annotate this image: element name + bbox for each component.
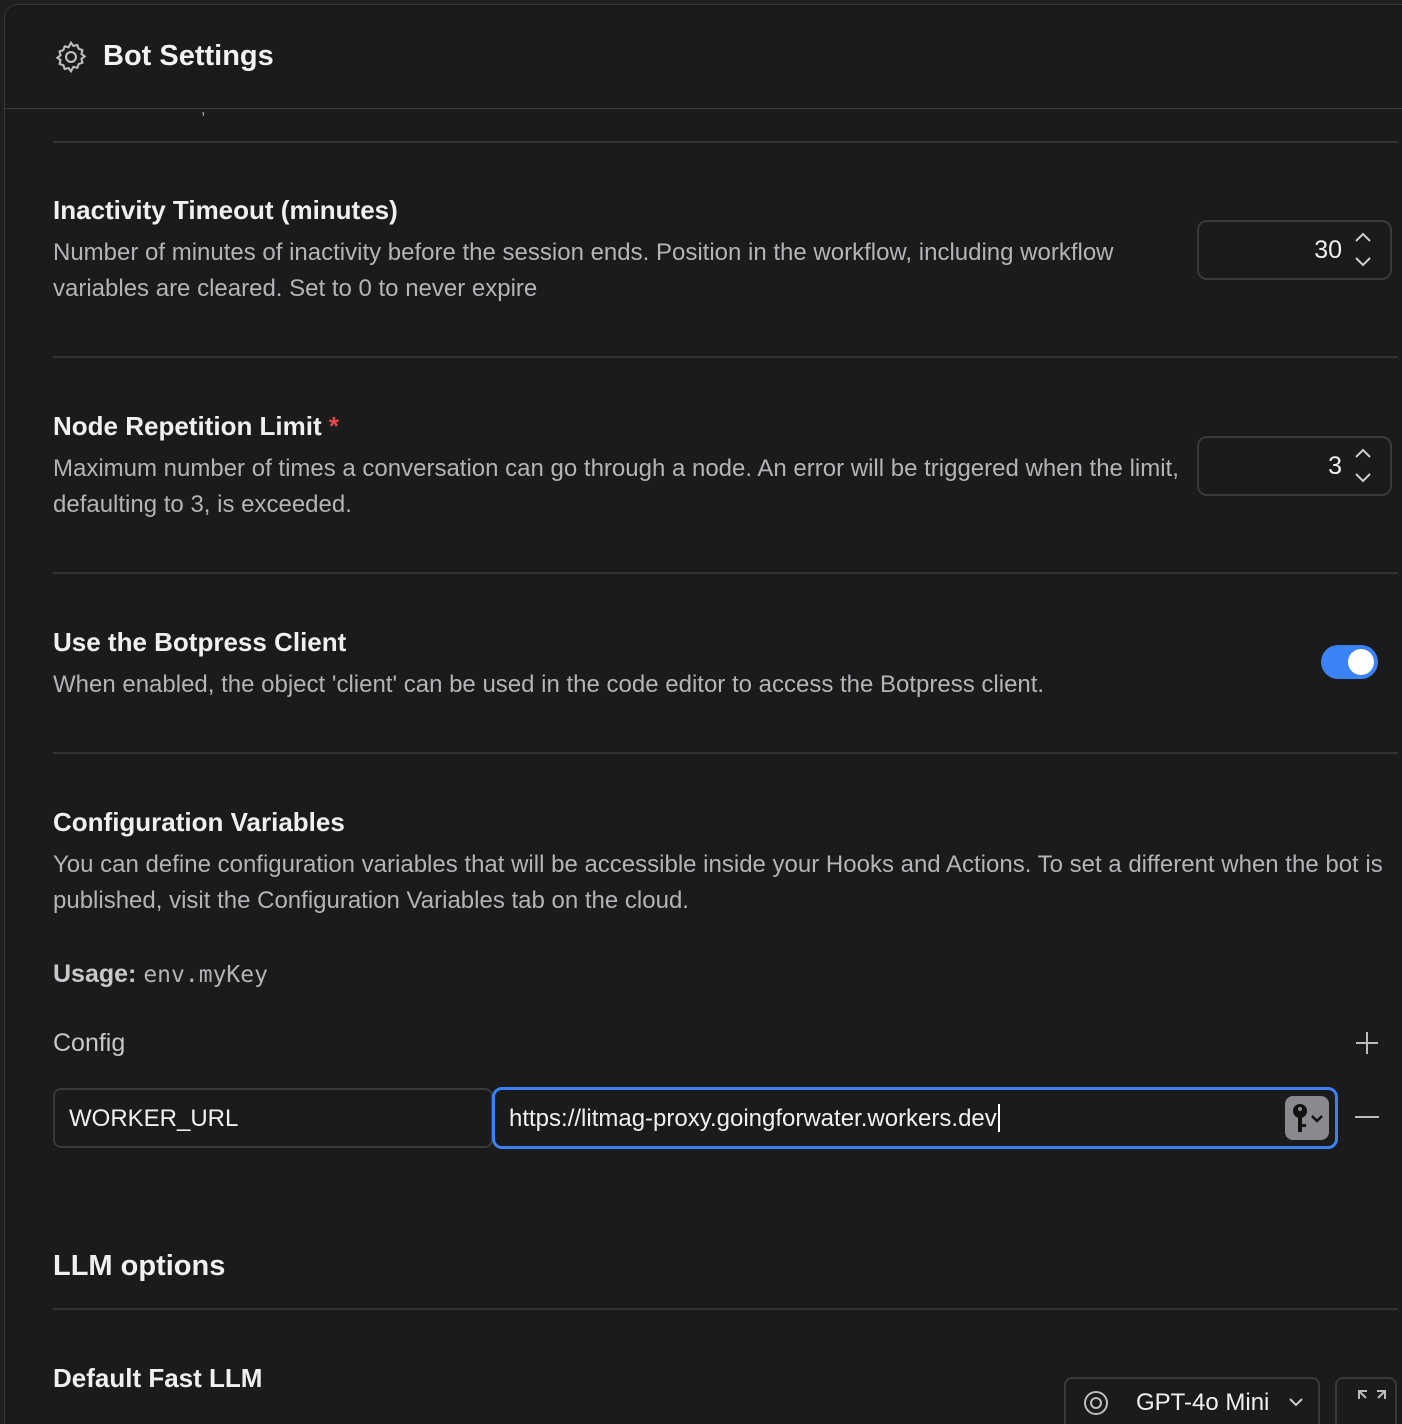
expand-icon: [1358, 1390, 1386, 1399]
config-value-input[interactable]: https://litmag-proxy.goingforwater.worke…: [492, 1087, 1338, 1149]
botpress-client-description: When enabled, the object 'client' can be…: [53, 671, 1045, 698]
gear-icon: [55, 40, 87, 73]
usage-label: Usage:: [53, 960, 137, 988]
selected-model: GPT-4o Mini: [1136, 1389, 1270, 1416]
config-vars-title: Configuration Variables: [53, 807, 345, 837]
node-repetition-title-text: Node Repetition Limit: [53, 411, 322, 441]
toggle-knob: [1348, 649, 1374, 675]
default-fast-llm-select[interactable]: GPT-4o Mini: [1064, 1377, 1320, 1424]
required-marker: *: [328, 411, 340, 441]
divider: [53, 356, 1398, 358]
remove-variable-icon[interactable]: [1355, 1115, 1379, 1119]
settings-panel: Bot Settings , Inactivity Timeout (minut…: [4, 4, 1402, 1424]
divider: [53, 572, 1398, 574]
usage-line: Usage: env.myKey: [53, 960, 268, 989]
inactivity-title: Inactivity Timeout (minutes): [53, 195, 398, 225]
inactivity-input[interactable]: 30: [1197, 220, 1392, 280]
inactivity-value: 30: [1314, 236, 1342, 264]
page-title: Bot Settings: [103, 40, 274, 72]
secret-key-button[interactable]: [1285, 1096, 1329, 1140]
llm-options-title: LLM options: [53, 1250, 226, 1282]
botpress-client-title: Use the Botpress Client: [53, 627, 347, 657]
divider: [53, 141, 1398, 143]
inactivity-description: Number of minutes of inactivity before t…: [53, 239, 1114, 302]
openai-icon: [1084, 1391, 1108, 1415]
key-icon: [1293, 1104, 1323, 1132]
config-vars-description: You can define configuration variables t…: [53, 851, 1383, 914]
config-label: Config: [53, 1029, 126, 1057]
chevron-up-icon[interactable]: [1354, 231, 1372, 243]
chevron-down-icon: [1289, 1398, 1303, 1407]
config-key-input[interactable]: WORKER_URL: [53, 1088, 493, 1148]
config-value-text: https://litmag-proxy.goingforwater.worke…: [509, 1105, 997, 1132]
chevron-down-icon[interactable]: [1354, 472, 1372, 484]
text-caret: [997, 1104, 1000, 1132]
chevron-down-icon[interactable]: [1354, 256, 1372, 268]
default-fast-llm-title: Default Fast LLM: [53, 1363, 263, 1393]
expand-button[interactable]: [1335, 1377, 1397, 1424]
node-repetition-value: 3: [1328, 452, 1342, 480]
divider: [53, 752, 1398, 754]
add-variable-icon[interactable]: [1355, 1031, 1379, 1055]
chevron-up-icon[interactable]: [1354, 447, 1372, 459]
usage-code: env.myKey: [143, 962, 268, 988]
botpress-client-toggle[interactable]: [1321, 645, 1378, 679]
node-repetition-input[interactable]: 3: [1197, 436, 1392, 496]
node-repetition-title: Node Repetition Limit *: [53, 411, 339, 442]
panel-header: Bot Settings: [5, 5, 1402, 109]
divider: [53, 1308, 1398, 1310]
node-repetition-description: Maximum number of times a conversation c…: [53, 455, 1179, 518]
